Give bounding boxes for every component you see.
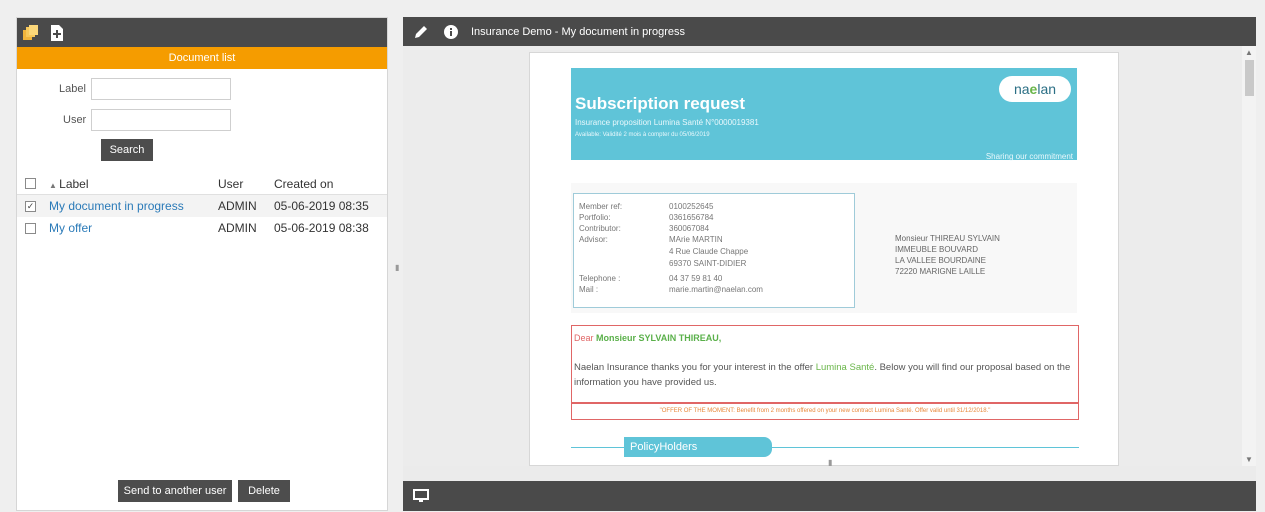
- app-window: Document list Label User Search ▲ Label …: [0, 0, 1265, 512]
- row-user: ADMIN: [218, 221, 257, 235]
- table-row[interactable]: ✓ My document in progress ADMIN 05-06-20…: [17, 195, 387, 217]
- user-input[interactable]: [91, 109, 231, 131]
- viewer-footer: [403, 481, 1256, 511]
- edit-pencil-icon[interactable]: [411, 22, 431, 42]
- left-footer: Send to another user Delete: [17, 474, 387, 510]
- scrollbar-thumb[interactable]: [1245, 60, 1254, 96]
- search-button[interactable]: Search: [101, 139, 153, 161]
- document-list-panel: Document list Label User Search ▲ Label …: [16, 17, 388, 511]
- recipient-address: Monsieur THIREAU SYLVAIN IMMEUBLE BOUVAR…: [895, 234, 1000, 276]
- info-icon[interactable]: [441, 22, 461, 42]
- row-checkbox[interactable]: ✓: [25, 200, 36, 212]
- grid-header: ▲ Label User Created on: [17, 173, 387, 195]
- member-info-box: Member ref: 0100252645 Portfolio: 03616567…: [573, 193, 855, 308]
- documents-icon[interactable]: [21, 23, 41, 43]
- splitter-handle-icon: ▮: [395, 263, 400, 272]
- column-user[interactable]: User: [218, 177, 274, 191]
- letter-body: Naelan Insurance thanks you for your int…: [574, 362, 1071, 388]
- naelan-logo: na e lan: [999, 76, 1071, 102]
- table-row[interactable]: My offer ADMIN 05-06-2019 08:38: [17, 217, 387, 239]
- row-user: ADMIN: [218, 199, 257, 213]
- scroll-down-icon[interactable]: ▼: [1242, 455, 1256, 464]
- monitor-icon[interactable]: [411, 486, 431, 506]
- panel-splitter[interactable]: ▮: [390, 17, 402, 511]
- row-checkbox[interactable]: [25, 222, 36, 234]
- delete-button[interactable]: Delete: [238, 480, 290, 502]
- label-input[interactable]: [91, 78, 231, 100]
- search-form: Label User Search: [17, 69, 387, 181]
- new-document-icon[interactable]: [47, 23, 67, 43]
- banner-tagline: Sharing our commitment: [985, 152, 1073, 161]
- send-to-another-user-button[interactable]: Send to another user: [118, 480, 232, 502]
- row-created-on: 05-06-2019 08:38: [274, 221, 369, 235]
- splitter-handle-icon[interactable]: ▮: [828, 458, 832, 466]
- left-toolbar: [17, 18, 387, 47]
- document-viewer-panel: Insurance Demo - My document in progress…: [403, 17, 1256, 511]
- document-banner: Subscription request Insurance propositi…: [571, 68, 1077, 161]
- sort-asc-icon: ▲: [49, 180, 60, 190]
- letter-greeting: Dear Monsieur SYLVAIN THIREAU,: [574, 333, 722, 343]
- banner-validity: Available: Validité 2 mois à compter du …: [575, 132, 710, 138]
- row-label-link[interactable]: My offer: [49, 221, 218, 235]
- offer-of-the-moment: "OFFER OF THE MOMENT: Benefit from 2 mon…: [571, 403, 1079, 420]
- select-all-checkbox[interactable]: [25, 178, 36, 189]
- column-label[interactable]: ▲ Label: [49, 177, 218, 191]
- viewer-title: Insurance Demo - My document in progress: [471, 25, 685, 38]
- document-page: Subscription request Insurance propositi…: [529, 52, 1119, 466]
- label-field-label: Label: [59, 83, 86, 95]
- scroll-up-icon[interactable]: ▲: [1242, 48, 1256, 57]
- letter-intro: Dear Monsieur SYLVAIN THIREAU, Naelan In…: [571, 325, 1079, 403]
- banner-subtitle: Insurance proposition Lumina Santé N°000…: [575, 118, 759, 127]
- row-label-link[interactable]: My document in progress: [49, 199, 218, 213]
- row-created-on: 05-06-2019 08:35: [274, 199, 369, 213]
- document-grid: ▲ Label User Created on ✓ My document in…: [17, 173, 387, 239]
- user-field-label: User: [63, 114, 87, 126]
- banner-title: Subscription request: [575, 94, 746, 113]
- policyholders-section-title: PolicyHolders: [624, 437, 772, 457]
- viewer-toolbar: Insurance Demo - My document in progress: [403, 17, 1256, 46]
- vertical-scrollbar[interactable]: ▲ ▼: [1242, 46, 1256, 466]
- column-created-on[interactable]: Created on: [274, 177, 384, 191]
- document-preview[interactable]: Subscription request Insurance propositi…: [403, 46, 1256, 466]
- document-list-header: Document list: [17, 47, 387, 69]
